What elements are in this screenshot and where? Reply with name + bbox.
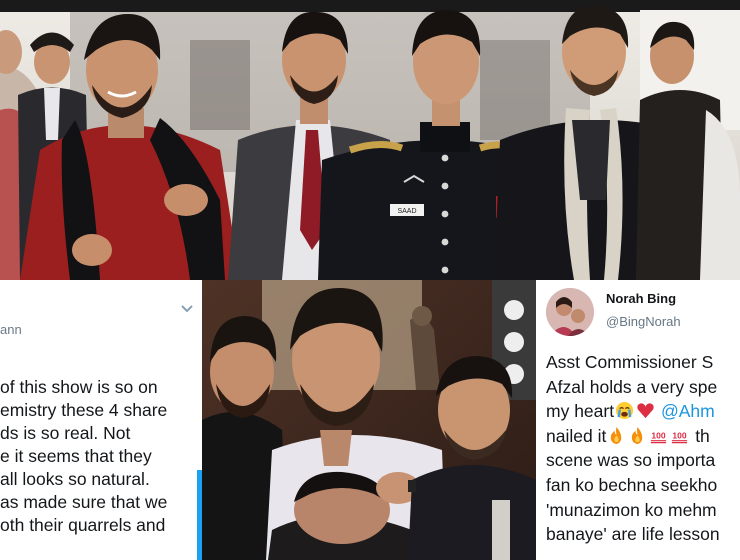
red-heart-icon [637, 403, 654, 419]
crying-face-icon [616, 402, 634, 420]
tweet-line: emistry these 4 share [0, 400, 168, 420]
tweet-line: Asst Commissioner S [546, 352, 714, 372]
right-tweet-card: Norah Bing @BingNorah Asst Commissioner … [536, 280, 740, 560]
tweet-text: nailed it [546, 425, 607, 446]
tweet-line: as made sure that we [0, 492, 168, 512]
tweet-line: oth their quarrels and [0, 515, 166, 535]
name-badge: SAAD [397, 208, 416, 215]
group-photo-illustration: SAAD [0, 0, 740, 280]
left-tweet-card: ann of this show is so on emistry these … [0, 280, 202, 560]
fire-icon [632, 426, 643, 444]
tweet-line: ds is so real. Not [0, 423, 131, 443]
tweet-line: nailed it 100 100 th [546, 424, 740, 449]
hundred-points-icon: 100 [651, 430, 667, 443]
chevron-down-icon[interactable] [180, 302, 194, 316]
tweet-line: all looks so natural. [0, 469, 150, 489]
svg-text:100: 100 [652, 430, 667, 440]
svg-text:100: 100 [673, 430, 688, 440]
tweet-body: Asst Commissioner S Afzal holds a very s… [546, 350, 740, 547]
mention-link[interactable]: @Ahm [661, 401, 715, 421]
tweet-line: my heart @Ahm [546, 399, 740, 424]
tweet-line: of this show is so on [0, 377, 158, 397]
top-photo: SAAD [0, 0, 740, 280]
username[interactable]: @BingNorah [606, 314, 681, 329]
fire-icon [611, 426, 622, 444]
tweet-body: of this show is so on emistry these 4 sh… [0, 376, 190, 537]
tweet-line: e it seems that they [0, 446, 152, 466]
hundred-points-icon: 100 [672, 430, 688, 443]
middle-photo [202, 280, 536, 560]
tweet-text: th [690, 425, 710, 446]
tweet-line: fan ko bechna seekho [546, 474, 718, 495]
tweet-text: my heart [546, 401, 615, 422]
tweet-line: banaye' are life lesson [546, 524, 720, 545]
tweet-line: 'munazimon ko mehm [546, 499, 717, 520]
avatar[interactable] [546, 288, 594, 336]
display-name[interactable]: Norah Bing [606, 291, 676, 306]
selfie-photo-illustration [202, 280, 536, 560]
tweet-line: Afzal holds a very spe [546, 376, 718, 397]
tweet-line: scene was so importa [546, 450, 716, 471]
tweet-handle-fragment: ann [0, 322, 22, 337]
avatar-image [546, 288, 594, 336]
